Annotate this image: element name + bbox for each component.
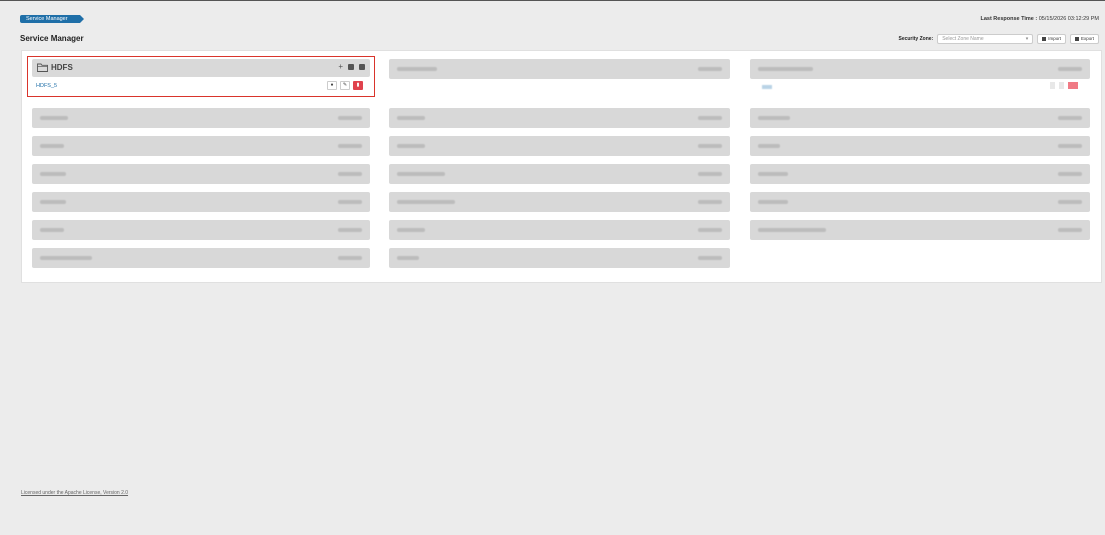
hdfs-service-actions: ● ✎ ▮ — [327, 81, 363, 90]
eye-icon[interactable] — [1050, 82, 1055, 89]
service-card-title — [397, 67, 437, 71]
service-card[interactable] — [389, 220, 730, 240]
trash-icon[interactable] — [1068, 82, 1078, 89]
service-card-icons — [338, 172, 362, 176]
service-card-title — [40, 200, 66, 204]
service-card[interactable] — [32, 164, 370, 184]
service-card[interactable] — [750, 59, 1090, 79]
service-card[interactable] — [750, 164, 1090, 184]
service-card-icons — [1058, 116, 1082, 120]
service-card[interactable] — [32, 108, 370, 128]
security-zone-bar: Security Zone: Select Zone Name ▾ Import… — [898, 34, 1099, 44]
last-response-value: 05/15/2026 03:12:29 PM — [1038, 16, 1099, 22]
service-card-title — [397, 256, 419, 260]
delete-button[interactable]: ▮ — [353, 81, 363, 90]
service-card-icons — [338, 144, 362, 148]
top-border — [0, 0, 1105, 10]
service-card[interactable] — [389, 108, 730, 128]
folder-icon — [37, 63, 48, 72]
service-card[interactable] — [389, 59, 730, 79]
import-button[interactable]: Import — [1037, 34, 1066, 44]
service-card[interactable] — [750, 136, 1090, 156]
hdfs-service-link[interactable]: HDFS_5 — [36, 83, 57, 89]
export-button[interactable]: Export — [1069, 34, 1099, 44]
last-response-label: Last Response Time : — [980, 16, 1038, 22]
trash-icon: ▮ — [356, 82, 360, 88]
export-icon[interactable] — [359, 64, 365, 70]
service-card-title — [397, 116, 425, 120]
service-card-title — [758, 144, 780, 148]
service-card[interactable] — [32, 220, 370, 240]
hdfs-title-label: HDFS — [51, 63, 73, 72]
service-card-icons — [338, 116, 362, 120]
edit-icon: ✎ — [342, 82, 348, 88]
service-card-title — [758, 228, 826, 232]
service-card-icons — [1058, 228, 1082, 232]
service-card-icons — [698, 67, 722, 71]
service-card[interactable] — [750, 220, 1090, 240]
service-card[interactable] — [389, 192, 730, 212]
service-link[interactable] — [762, 85, 772, 89]
security-zone-placeholder: Select Zone Name — [942, 36, 984, 42]
last-response-time: Last Response Time : 05/15/2026 03:12:29… — [980, 16, 1099, 22]
service-card[interactable] — [750, 192, 1090, 212]
service-card-title — [40, 228, 64, 232]
license-link[interactable]: Licensed under the Apache License, Versi… — [21, 490, 128, 496]
export-icon — [1074, 37, 1079, 41]
service-card-icons — [1058, 172, 1082, 176]
service-card-title — [758, 116, 790, 120]
service-card[interactable] — [32, 136, 370, 156]
service-card-title — [397, 228, 425, 232]
service-card-icons — [698, 116, 722, 120]
service-card-title — [40, 116, 68, 120]
service-card-icons — [1058, 200, 1082, 204]
service-card-title — [758, 172, 788, 176]
security-zone-select[interactable]: Select Zone Name ▾ — [937, 34, 1034, 44]
service-card[interactable] — [32, 248, 370, 268]
service-card[interactable] — [389, 248, 730, 268]
service-card[interactable] — [389, 164, 730, 184]
service-card-title — [397, 172, 445, 176]
eye-icon: ● — [330, 82, 334, 88]
breadcrumb-service-manager[interactable]: Service Manager — [20, 15, 84, 23]
service-card[interactable] — [389, 136, 730, 156]
hdfs-title: HDFS — [37, 63, 73, 72]
service-card[interactable] — [750, 108, 1090, 128]
import-icon[interactable] — [348, 64, 354, 70]
edit-button[interactable]: ✎ — [340, 81, 350, 90]
import-label: Import — [1048, 36, 1061, 41]
service-card-icons — [1058, 144, 1082, 148]
service-card-title — [758, 67, 813, 71]
service-card-icons — [338, 256, 362, 260]
service-card-icons — [1058, 67, 1082, 71]
service-card[interactable] — [32, 192, 370, 212]
service-card-icons — [698, 256, 722, 260]
service-card-icons — [338, 200, 362, 204]
service-actions — [1050, 82, 1078, 89]
export-label: Export — [1080, 36, 1094, 41]
edit-icon[interactable] — [1059, 82, 1064, 89]
chevron-down-icon: ▾ — [1025, 36, 1029, 42]
service-card-icons — [698, 228, 722, 232]
service-card-title — [40, 144, 64, 148]
service-card-icons — [338, 228, 362, 232]
hdfs-card-header: HDFS + — [32, 59, 370, 77]
service-card-title — [397, 200, 455, 204]
security-zone-label: Security Zone: — [898, 36, 934, 42]
hdfs-actions: + — [338, 62, 365, 71]
service-card-title — [40, 172, 66, 176]
service-card-title — [397, 144, 425, 148]
page-title: Service Manager — [20, 34, 84, 43]
plus-icon[interactable]: + — [338, 62, 343, 71]
service-card-icons — [698, 144, 722, 148]
service-card-icons — [698, 200, 722, 204]
service-card-title — [758, 200, 788, 204]
import-icon — [1042, 37, 1047, 41]
service-card-icons — [698, 172, 722, 176]
service-card-title — [40, 256, 92, 260]
view-button[interactable]: ● — [327, 81, 337, 90]
